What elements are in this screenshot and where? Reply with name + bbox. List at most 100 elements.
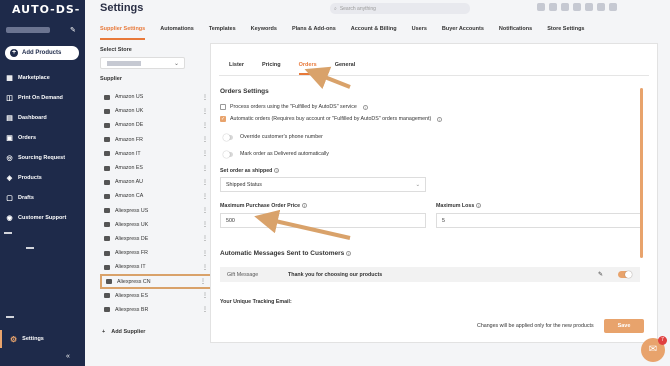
- tab-account-billing[interactable]: Account & Billing: [351, 26, 397, 40]
- more-options-icon[interactable]: ⋮: [202, 207, 208, 214]
- supplier-item[interactable]: Aliexpress US ⋮: [100, 204, 212, 218]
- tab-keywords[interactable]: Keywords: [251, 26, 277, 40]
- mark-delivered-toggle[interactable]: Mark order as Delivered automatically: [223, 150, 329, 158]
- info-icon[interactable]: i: [274, 168, 280, 173]
- more-options-icon[interactable]: ⋮: [202, 193, 208, 200]
- more-options-icon[interactable]: ⋮: [202, 250, 208, 257]
- sidebar-item-marketplace[interactable]: ▦ Marketplace: [0, 68, 85, 88]
- supplier-sub-tabs: Lister Pricing Orders General: [229, 62, 355, 75]
- sidebar-item-sourcing-request[interactable]: ◎ Sourcing Request: [0, 148, 85, 168]
- scrollbar[interactable]: [640, 88, 643, 258]
- supplier-flag-icon: [104, 122, 110, 128]
- supplier-item[interactable]: Aliexpress CN ⋮: [100, 274, 212, 289]
- supplier-item[interactable]: Amazon DE ⋮: [100, 118, 212, 132]
- tab-orders[interactable]: Orders: [298, 62, 317, 75]
- override-phone-toggle[interactable]: Override customer's phone number: [223, 133, 323, 141]
- store-icon: ▦: [6, 75, 13, 82]
- info-icon[interactable]: i: [362, 104, 368, 110]
- supplier-item[interactable]: Aliexpress ES ⋮: [100, 289, 212, 303]
- more-options-icon[interactable]: ⋮: [202, 94, 208, 101]
- notification-bell-icon[interactable]: [561, 3, 569, 11]
- toggle-switch[interactable]: [223, 150, 233, 158]
- sidebar-item-dashboard[interactable]: ▤ Dashboard: [0, 108, 85, 128]
- info-icon[interactable]: i: [437, 116, 443, 122]
- fulfilled-by-autods-checkbox[interactable]: Process orders using the "Fulfilled by A…: [220, 104, 368, 110]
- header-account-area: [537, 3, 617, 11]
- more-options-icon[interactable]: ⋮: [202, 179, 208, 186]
- more-options-icon[interactable]: ⋮: [202, 221, 208, 228]
- supplier-item[interactable]: Amazon US ⋮: [100, 90, 212, 104]
- account-avatar[interactable]: [609, 3, 617, 11]
- tab-store-settings[interactable]: Store Settings: [547, 26, 584, 40]
- account-avatar[interactable]: [585, 3, 593, 11]
- sidebar-item-products[interactable]: ◈ Products: [0, 168, 85, 188]
- gift-message-name: Gift Message: [227, 271, 259, 278]
- account-avatar[interactable]: [549, 3, 557, 11]
- more-options-icon[interactable]: ⋮: [202, 292, 208, 299]
- add-supplier-button[interactable]: + Add Supplier: [102, 329, 145, 335]
- store-select[interactable]: ⌄: [100, 57, 185, 69]
- tab-supplier-settings[interactable]: Supplier Settings: [100, 26, 146, 40]
- more-options-icon[interactable]: ⋮: [202, 235, 208, 242]
- gift-message-toggle[interactable]: [618, 271, 632, 278]
- toggle-switch[interactable]: [223, 133, 233, 141]
- pencil-icon[interactable]: ✎: [598, 271, 603, 278]
- more-options-icon[interactable]: ⋮: [202, 264, 208, 271]
- more-options-icon[interactable]: ⋮: [202, 108, 208, 115]
- tab-templates[interactable]: Templates: [209, 26, 236, 40]
- more-options-icon[interactable]: ⋮: [202, 165, 208, 172]
- save-button[interactable]: Save: [604, 319, 644, 333]
- supplier-flag-icon: [104, 165, 110, 171]
- max-loss-input[interactable]: 5: [436, 213, 641, 228]
- supplier-item[interactable]: Amazon AU ⋮: [100, 175, 212, 189]
- more-options-icon[interactable]: ⋮: [202, 150, 208, 157]
- automatic-orders-checkbox[interactable]: ✓ Automatic orders (Requires buy account…: [220, 116, 443, 122]
- checkbox-unchecked[interactable]: [220, 104, 226, 110]
- info-icon[interactable]: i: [476, 203, 482, 208]
- checkbox-checked[interactable]: ✓: [220, 116, 226, 122]
- supplier-item[interactable]: Aliexpress IT ⋮: [100, 260, 212, 274]
- sidebar-item-settings[interactable]: ⚙ Settings: [0, 330, 85, 348]
- account-avatar[interactable]: [573, 3, 581, 11]
- tab-buyer-accounts[interactable]: Buyer Accounts: [442, 26, 484, 40]
- chat-button[interactable]: ✉ 7: [641, 336, 667, 362]
- tab-plans-addons[interactable]: Plans & Add-ons: [292, 26, 336, 40]
- more-options-icon[interactable]: ⋮: [202, 122, 208, 129]
- tab-lister[interactable]: Lister: [229, 62, 244, 75]
- supplier-item[interactable]: Amazon UK ⋮: [100, 104, 212, 118]
- store-name-blurred[interactable]: [6, 27, 50, 33]
- supplier-item[interactable]: Amazon IT ⋮: [100, 147, 212, 161]
- tab-general[interactable]: General: [335, 62, 355, 75]
- collapse-sidebar-icon[interactable]: «: [66, 353, 70, 360]
- sidebar-item-label: Customer Support: [18, 215, 67, 221]
- info-icon[interactable]: i: [346, 251, 352, 256]
- max-purchase-price-input[interactable]: 500: [220, 213, 426, 228]
- search-input[interactable]: ⌕ Search anything: [330, 3, 470, 14]
- supplier-item[interactable]: Aliexpress FR ⋮: [100, 246, 212, 260]
- orders-settings-panel: Lister Pricing Orders General Orders Set…: [210, 43, 658, 343]
- more-options-icon[interactable]: ⋮: [200, 278, 206, 285]
- supplier-item[interactable]: Amazon CA ⋮: [100, 189, 212, 203]
- tab-pricing[interactable]: Pricing: [262, 62, 281, 75]
- autods-logo[interactable]: AUTO-DS-: [12, 3, 80, 16]
- sidebar-item-print-on-demand[interactable]: ◫ Print On Demand: [0, 88, 85, 108]
- supplier-item[interactable]: Amazon ES ⋮: [100, 161, 212, 175]
- sidebar-item-customer-support[interactable]: ◉ Customer Support: [0, 208, 85, 228]
- info-icon[interactable]: i: [302, 203, 308, 208]
- tab-notifications[interactable]: Notifications: [499, 26, 532, 40]
- shipped-status-select[interactable]: Shipped Status ⌄: [220, 177, 426, 192]
- supplier-item[interactable]: Amazon FR ⋮: [100, 133, 212, 147]
- tab-users[interactable]: Users: [412, 26, 427, 40]
- supplier-item[interactable]: Aliexpress UK ⋮: [100, 218, 212, 232]
- supplier-item[interactable]: Aliexpress DE ⋮: [100, 232, 212, 246]
- account-avatar[interactable]: [537, 3, 545, 11]
- more-options-icon[interactable]: ⋮: [202, 136, 208, 143]
- supplier-item[interactable]: Aliexpress BR ⋮: [100, 303, 212, 317]
- add-products-button[interactable]: + Add Products: [5, 46, 79, 60]
- pencil-icon[interactable]: ✎: [70, 26, 76, 34]
- sidebar-item-drafts[interactable]: ▢ Drafts: [0, 188, 85, 208]
- tab-automations[interactable]: Automations: [160, 26, 194, 40]
- sidebar-item-orders[interactable]: ▣ Orders: [0, 128, 85, 148]
- more-options-icon[interactable]: ⋮: [202, 306, 208, 313]
- account-avatar[interactable]: [597, 3, 605, 11]
